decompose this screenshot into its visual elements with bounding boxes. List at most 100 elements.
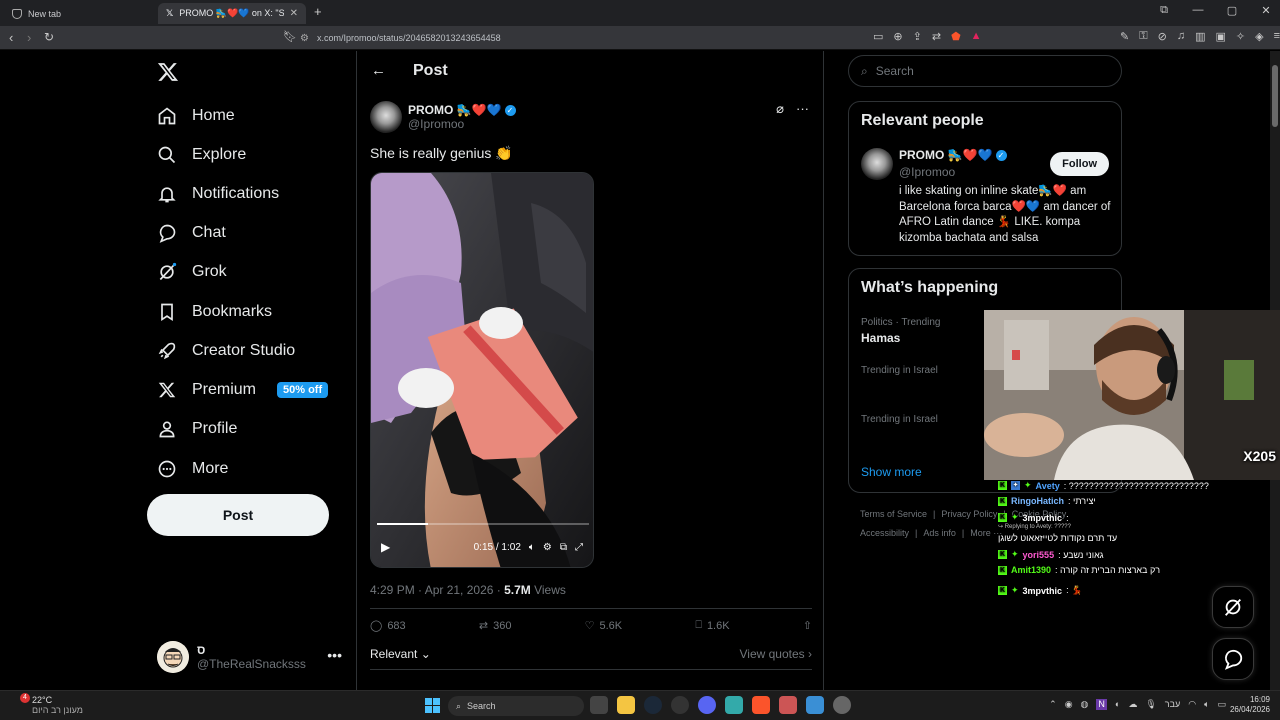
site-info-icon[interactable]: ⚙ bbox=[300, 33, 309, 44]
nav-grok[interactable]: Grok bbox=[157, 260, 227, 284]
terms-link[interactable]: Terms of Service bbox=[860, 509, 927, 519]
battery-icon[interactable]: ▭ bbox=[1217, 699, 1226, 710]
chevron-up-icon[interactable]: ⌃ bbox=[1049, 699, 1057, 710]
nav-creator-studio[interactable]: Creator Studio bbox=[157, 339, 295, 363]
tray-app-icon[interactable]: ◉ bbox=[1065, 699, 1073, 710]
microphone-icon[interactable]: 🎙︎ bbox=[1145, 699, 1156, 710]
view-quotes-link[interactable]: View quotes › bbox=[740, 647, 813, 661]
reply-button[interactable]: ◯ 683 bbox=[370, 619, 406, 633]
taskbar-search[interactable]: ⌕ Search bbox=[448, 696, 584, 716]
trend-name[interactable]: Hamas bbox=[861, 331, 900, 345]
close-window-icon[interactable]: ✕ bbox=[1260, 4, 1272, 17]
weather-widget[interactable]: 4 22°C מעונן רב היום bbox=[14, 693, 83, 715]
wallet-icon[interactable]: ▣ bbox=[1215, 30, 1225, 43]
nav-bookmarks[interactable]: Bookmarks bbox=[157, 300, 272, 324]
file-explorer-icon[interactable] bbox=[617, 696, 635, 714]
close-icon[interactable]: ✕ bbox=[290, 8, 298, 19]
minimize-icon[interactable]: — bbox=[1192, 4, 1204, 17]
privacy-link[interactable]: Privacy Policy bbox=[941, 509, 997, 519]
maximize-icon[interactable]: ▢ bbox=[1226, 4, 1238, 17]
nav-chat[interactable]: Chat bbox=[157, 221, 226, 245]
volume-icon[interactable]: 🔈︎ bbox=[1204, 699, 1209, 710]
tab-new-tab[interactable]: New tab bbox=[4, 3, 154, 24]
back-icon[interactable]: ‹ bbox=[9, 30, 13, 45]
obs-icon[interactable] bbox=[671, 696, 689, 714]
share-icon[interactable]: ⇪ bbox=[913, 30, 922, 43]
discord-icon[interactable] bbox=[698, 696, 716, 714]
tab-x-post[interactable]: 𝕏 PROMO 🛼❤️💙 on X: "She is r ✕ bbox=[158, 3, 306, 24]
brave-icon[interactable] bbox=[752, 696, 770, 714]
bookmark-button[interactable]: ⎕ 1.6K bbox=[695, 619, 729, 632]
language-indicator[interactable]: עבר bbox=[1165, 699, 1180, 710]
new-tab-button[interactable]: + bbox=[314, 4, 322, 19]
author-avatar[interactable] bbox=[370, 101, 402, 133]
tab-search-icon[interactable]: ⧉ bbox=[1158, 4, 1170, 17]
tray-app-icon[interactable]: N bbox=[1096, 699, 1107, 710]
grok-icon[interactable]: ⌀ bbox=[776, 101, 784, 117]
messages-float-button[interactable] bbox=[1212, 638, 1254, 680]
zoom-icon[interactable]: ⊕ bbox=[893, 30, 902, 43]
menu-icon[interactable]: ≡ bbox=[1274, 30, 1280, 43]
ads-info-link[interactable]: Ads info bbox=[923, 528, 956, 538]
video-player[interactable]: ▶ 0:15 / 1:02 🔈︎ ⚙ ⧉ ⤢ bbox=[370, 172, 594, 568]
leo-icon[interactable]: ✧ bbox=[1236, 30, 1245, 43]
fullscreen-icon[interactable]: ⤢ bbox=[575, 542, 583, 553]
pip-icon[interactable]: ⧉ bbox=[560, 542, 567, 553]
app-icon[interactable] bbox=[779, 696, 797, 714]
follow-button[interactable]: Follow bbox=[1050, 152, 1109, 176]
nav-notifications[interactable]: Notifications bbox=[157, 182, 279, 206]
extensions-icon[interactable]: ✎ bbox=[1120, 30, 1129, 43]
more-horizontal-icon[interactable]: ··· bbox=[796, 101, 809, 117]
tray-app-icon[interactable]: ◐ bbox=[1115, 699, 1120, 710]
person-name[interactable]: PROMO 🛼❤️💙 bbox=[899, 148, 993, 162]
reload-icon[interactable]: ↻ bbox=[44, 30, 54, 44]
music-icon[interactable]: ♫ bbox=[1177, 30, 1185, 43]
brave-rewards-icon[interactable]: ▲ bbox=[971, 30, 982, 43]
more-horizontal-icon[interactable]: ••• bbox=[327, 647, 342, 663]
accessibility-link[interactable]: Accessibility bbox=[860, 528, 909, 538]
tray-app-icon[interactable]: ☁ bbox=[1128, 699, 1137, 710]
brave-shield-icon[interactable]: ⬟ bbox=[951, 30, 961, 43]
taskbar-clock[interactable]: 16:09 26/04/2026 bbox=[1230, 695, 1270, 715]
share-button[interactable]: ⇧ bbox=[803, 619, 812, 632]
steam-icon[interactable] bbox=[644, 696, 662, 714]
translate-icon[interactable]: ⇄ bbox=[932, 30, 941, 43]
x-logo-icon[interactable] bbox=[157, 61, 179, 83]
windows-start-icon[interactable] bbox=[425, 698, 440, 713]
settings-icon[interactable]: ⚙ bbox=[543, 542, 552, 553]
play-icon[interactable]: ▶ bbox=[381, 540, 390, 554]
nav-premium[interactable]: Premium 50% off bbox=[157, 378, 329, 402]
nav-explore[interactable]: Explore bbox=[157, 143, 246, 167]
tray-app-icon[interactable]: ◍ bbox=[1081, 699, 1089, 710]
nav-profile[interactable]: Profile bbox=[157, 417, 237, 441]
person-avatar[interactable] bbox=[861, 148, 893, 180]
back-arrow-icon[interactable]: ← bbox=[371, 62, 386, 79]
post-author[interactable]: PROMO 🛼❤️💙 ✓ @Ipromoo bbox=[370, 101, 516, 133]
account-switcher[interactable]: ס @TheRealSnacksss ••• bbox=[157, 639, 342, 675]
extension-2-icon[interactable]: ⊘ bbox=[1158, 30, 1167, 43]
settings-icon[interactable] bbox=[833, 696, 851, 714]
bookmark-star-icon[interactable]: 🔖︎ bbox=[283, 30, 297, 43]
scrollbar-thumb[interactable] bbox=[1272, 65, 1278, 127]
video-progress-bar[interactable] bbox=[377, 523, 589, 525]
nav-more[interactable]: More bbox=[157, 457, 228, 481]
repost-button[interactable]: ⇄ 360 bbox=[479, 619, 512, 633]
show-more-link[interactable]: Show more bbox=[861, 465, 922, 479]
forward-icon[interactable]: › bbox=[27, 30, 31, 45]
like-button[interactable]: ♡ 5.6K bbox=[585, 619, 623, 633]
trend-context[interactable]: Trending in Israel bbox=[861, 414, 938, 425]
app-icon[interactable] bbox=[725, 696, 743, 714]
nav-home[interactable]: Home bbox=[157, 104, 235, 128]
wifi-icon[interactable]: ◠ bbox=[1188, 699, 1196, 710]
app-icon[interactable] bbox=[806, 696, 824, 714]
sort-dropdown[interactable]: Relevant ⌄ bbox=[370, 647, 431, 661]
cast-icon[interactable]: ▭ bbox=[873, 30, 883, 43]
volume-icon[interactable]: 🔈︎ bbox=[529, 542, 535, 553]
task-view-icon[interactable] bbox=[590, 696, 608, 714]
post-button[interactable]: Post bbox=[147, 494, 329, 536]
vpn-icon[interactable]: ◈ bbox=[1255, 30, 1263, 43]
sidebar-icon[interactable]: ▥ bbox=[1195, 30, 1205, 43]
extension-icon[interactable]: ⚿ bbox=[1139, 30, 1147, 43]
search-input[interactable]: ⌕ Search bbox=[848, 55, 1122, 87]
grok-float-button[interactable] bbox=[1212, 586, 1254, 628]
